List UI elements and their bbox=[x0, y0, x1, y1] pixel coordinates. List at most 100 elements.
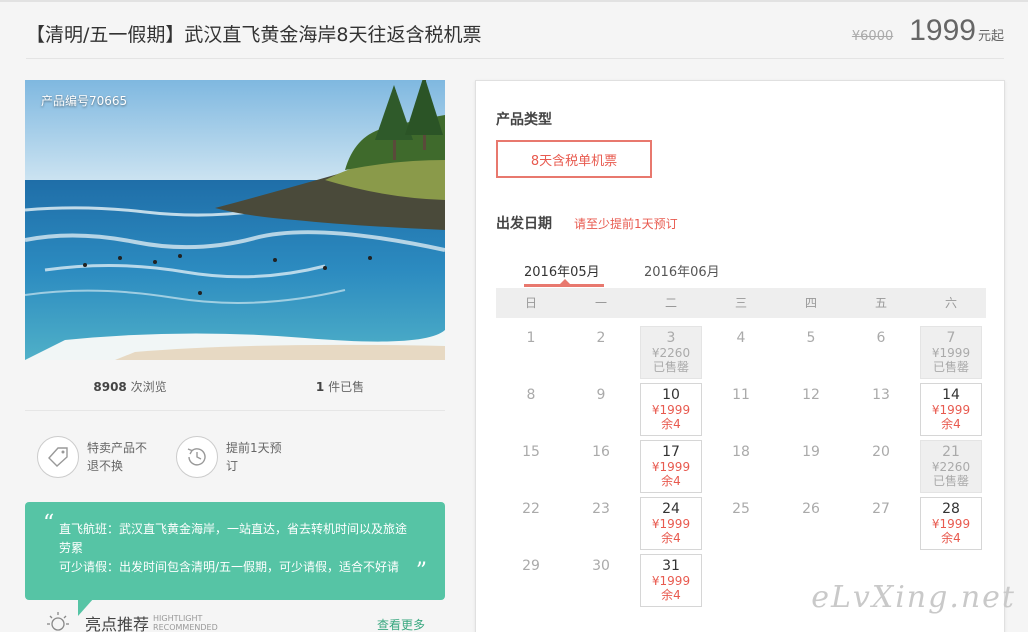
day-number: 4 bbox=[736, 330, 746, 346]
tag-icon bbox=[37, 436, 79, 478]
day-price: ¥1999 bbox=[651, 574, 691, 588]
day-number: 13 bbox=[872, 387, 890, 403]
day-number: 17 bbox=[662, 444, 680, 460]
day-number: 30 bbox=[592, 558, 610, 574]
calendar-cell: 16 bbox=[566, 440, 636, 497]
weekday-header: 日 一 二 三 四 五 六 bbox=[496, 288, 986, 318]
calendar-cell: 27 bbox=[846, 497, 916, 554]
beach-image bbox=[25, 80, 445, 360]
calendar-week: 1 2 3 ¥2260 已售罄 4 5 6 7 ¥1999 已售罄 bbox=[496, 326, 986, 383]
close-quote-icon: ” bbox=[415, 559, 427, 584]
stats-divider bbox=[25, 410, 445, 411]
tab-month-june[interactable]: 2016年06月 bbox=[644, 261, 720, 280]
day-status: 余4 bbox=[661, 588, 681, 602]
day-number: 26 bbox=[802, 501, 820, 517]
weekday-tue: 二 bbox=[664, 296, 677, 310]
day-number: 8 bbox=[526, 387, 536, 403]
calendar-cell: 9 bbox=[566, 383, 636, 440]
view-more-link[interactable]: 查看更多 bbox=[377, 616, 425, 632]
feature-no-refund: 特卖产品不退不换 bbox=[37, 436, 153, 478]
calendar-cell: 11 bbox=[706, 383, 776, 440]
description-box: “ 直飞航班：武汉直飞黄金海岸，一站直达，省去转机时间以及旅途劳累 可少请假：出… bbox=[25, 502, 445, 600]
booking-hint: 请至少提前1天预订 bbox=[574, 217, 678, 231]
calendar-grid: 1 2 3 ¥2260 已售罄 4 5 6 7 ¥1999 已售罄 8 9 10 ¥1999 余4 11 12 13… bbox=[496, 326, 986, 611]
views-count: 8908 bbox=[93, 380, 127, 394]
day-number: 10 bbox=[662, 387, 680, 403]
views-stat: 8908 次浏览 bbox=[25, 378, 235, 395]
feature-text: 提前1天预订 bbox=[226, 441, 282, 473]
calendar-day-sold-out: 21 ¥2260 已售罄 bbox=[920, 440, 982, 493]
day-price: ¥1999 bbox=[931, 403, 971, 417]
calendar-cell: 29 bbox=[496, 554, 566, 611]
day-status: 余4 bbox=[941, 531, 961, 545]
page-title: 【清明/五一假期】武汉直飞黄金海岸8天往返含税机票 bbox=[26, 24, 482, 46]
day-number: 12 bbox=[802, 387, 820, 403]
calendar-day-available[interactable]: 24 ¥1999 余4 bbox=[640, 497, 702, 550]
day-price: ¥2260 bbox=[651, 346, 691, 360]
calendar-cell: 8 bbox=[496, 383, 566, 440]
day-number: 28 bbox=[942, 501, 960, 517]
day-number: 5 bbox=[806, 330, 816, 346]
highlights-header: 亮点推荐 HIGHTLIGHT RECOMMENDED bbox=[45, 610, 218, 632]
day-status: 余4 bbox=[661, 474, 681, 488]
calendar-week: 15 16 17 ¥1999 余4 18 19 20 21 ¥2260 已售罄 bbox=[496, 440, 986, 497]
calendar-cell bbox=[706, 554, 776, 611]
calendar-cell: 22 bbox=[496, 497, 566, 554]
calendar-cell: 7 ¥1999 已售罄 bbox=[916, 326, 986, 383]
day-price: ¥1999 bbox=[931, 517, 971, 531]
weekday-wed: 三 bbox=[734, 296, 747, 310]
highlights-en-1: HIGHTLIGHT bbox=[153, 614, 203, 623]
day-price: ¥1999 bbox=[651, 460, 691, 474]
day-price: ¥1999 bbox=[931, 346, 971, 360]
day-number: 20 bbox=[872, 444, 890, 460]
calendar-day-sold-out: 3 ¥2260 已售罄 bbox=[640, 326, 702, 379]
day-number: 9 bbox=[596, 387, 606, 403]
highlights-en-2: RECOMMENDED bbox=[153, 623, 218, 632]
description-line-1: 直飞航班：武汉直飞黄金海岸，一站直达，省去转机时间以及旅途劳累 bbox=[59, 522, 408, 555]
calendar-day-available[interactable]: 14 ¥1999 余4 bbox=[920, 383, 982, 436]
product-photo: 产品编号70665 bbox=[25, 80, 445, 360]
day-number: 27 bbox=[872, 501, 890, 517]
day-number: 18 bbox=[732, 444, 750, 460]
calendar-cell: 15 bbox=[496, 440, 566, 497]
open-quote-icon: “ bbox=[43, 511, 55, 536]
calendar-day-available[interactable]: 31 ¥1999 余4 bbox=[640, 554, 702, 607]
calendar-cell: 24 ¥1999 余4 bbox=[636, 497, 706, 554]
weekday-sat: 六 bbox=[944, 296, 957, 310]
day-number: 29 bbox=[522, 558, 540, 574]
day-number: 1 bbox=[526, 330, 536, 346]
sold-count: 1 bbox=[315, 380, 325, 394]
calendar-cell: 12 bbox=[776, 383, 846, 440]
highlights-title: 亮点推荐 bbox=[85, 615, 150, 632]
day-price: ¥2260 bbox=[931, 460, 971, 474]
calendar-cell: 6 bbox=[846, 326, 916, 383]
day-number: 14 bbox=[942, 387, 960, 403]
calendar-day-sold-out: 7 ¥1999 已售罄 bbox=[920, 326, 982, 379]
tab-month-may[interactable]: 2016年05月 bbox=[524, 261, 600, 280]
departure-date-label: 出发日期 bbox=[496, 216, 552, 232]
day-number: 3 bbox=[666, 330, 676, 346]
calendar-cell: 5 bbox=[776, 326, 846, 383]
calendar-cell: 21 ¥2260 已售罄 bbox=[916, 440, 986, 497]
calendar-cell: 18 bbox=[706, 440, 776, 497]
day-status: 余4 bbox=[661, 417, 681, 431]
calendar-day-available[interactable]: 17 ¥1999 余4 bbox=[640, 440, 702, 493]
product-stats: 8908 次浏览 1 件已售 bbox=[25, 378, 445, 395]
product-type-label: 产品类型 bbox=[496, 112, 552, 128]
calendar-cell: 3 ¥2260 已售罄 bbox=[636, 326, 706, 383]
weekday-thu: 四 bbox=[804, 296, 817, 310]
day-number: 19 bbox=[802, 444, 820, 460]
day-number: 25 bbox=[732, 501, 750, 517]
calendar-cell: 17 ¥1999 余4 bbox=[636, 440, 706, 497]
calendar-cell: 14 ¥1999 余4 bbox=[916, 383, 986, 440]
booking-panel: 产品类型 8天含税单机票 出发日期 请至少提前1天预订 2016年05月 201… bbox=[475, 80, 1005, 632]
calendar-cell: 1 bbox=[496, 326, 566, 383]
calendar-day-available[interactable]: 28 ¥1999 余4 bbox=[920, 497, 982, 550]
lightbulb-icon bbox=[47, 612, 69, 631]
calendar-day-available[interactable]: 10 ¥1999 余4 bbox=[640, 383, 702, 436]
price-unit: 元起 bbox=[977, 29, 1004, 44]
product-type-option[interactable]: 8天含税单机票 bbox=[496, 140, 652, 178]
sold-label: 件已售 bbox=[328, 380, 365, 394]
current-price: 1999 bbox=[909, 14, 976, 47]
views-label: 次浏览 bbox=[130, 380, 167, 394]
